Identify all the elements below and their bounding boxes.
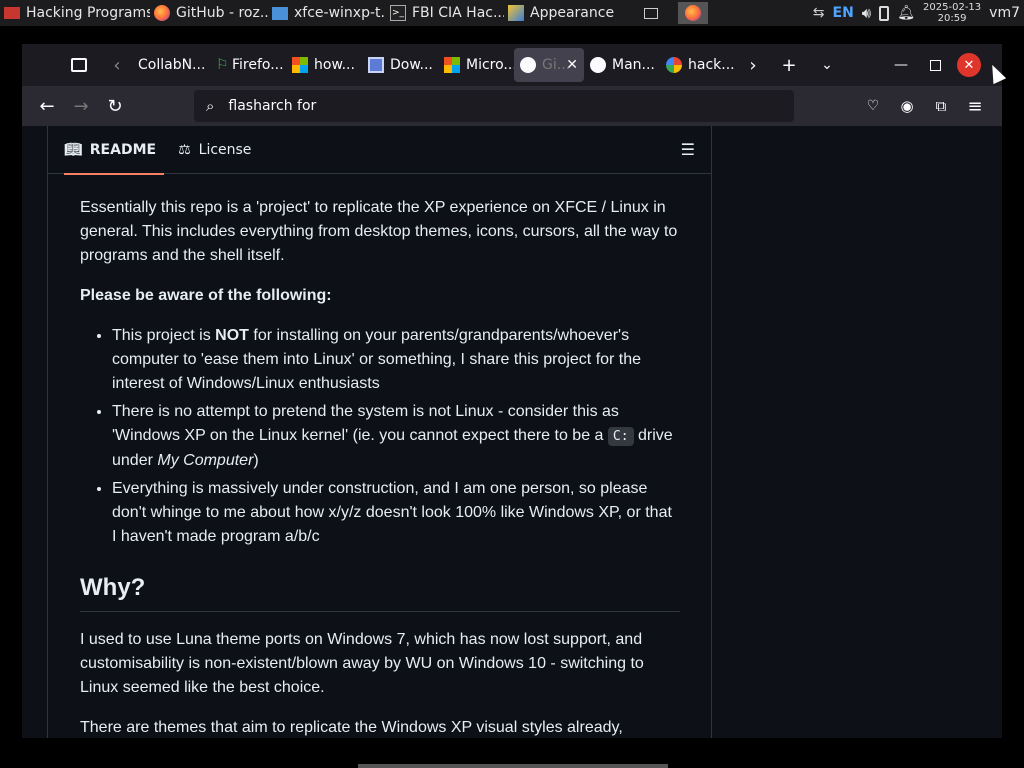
firefox-icon xyxy=(154,5,170,21)
close-icon: ✕ xyxy=(957,53,981,77)
taskbar-item-github[interactable]: GitHub - roz... xyxy=(150,0,268,26)
list-item: Everything is massively under constructi… xyxy=(112,477,680,549)
list-all-tabs-button[interactable]: ⌄ xyxy=(810,49,844,81)
account-icon: ◉ xyxy=(900,97,914,115)
list-item: This project is NOT for installing on yo… xyxy=(112,324,680,396)
pocket-icon: ♡ xyxy=(866,98,880,114)
clock-date: 2025-02-13 xyxy=(923,2,982,13)
list-icon: ☰ xyxy=(680,140,695,159)
tab-manage[interactable]: Man... xyxy=(584,48,660,82)
account-button[interactable]: ◉ xyxy=(890,90,924,122)
reload-icon: ↻ xyxy=(107,95,123,117)
readme-body: Essentially this repo is a 'project' to … xyxy=(80,196,680,738)
taskbar: Hacking Programs GitHub - roz... xfce-wi… xyxy=(0,0,1024,26)
minimize-icon: — xyxy=(894,57,908,73)
tabs-scroll-left-button[interactable]: ‹ xyxy=(102,49,132,81)
volume-icon[interactable]: 🔊︎ xyxy=(862,4,871,22)
tab-firefox[interactable]: ⚐ Firefo... xyxy=(210,48,286,82)
arrow-right-icon: → xyxy=(73,95,89,117)
terminal-icon: >_ xyxy=(390,5,406,21)
why-paragraph: I used to use Luna theme ports on Window… xyxy=(80,631,644,696)
hamburger-menu-icon: ≡ xyxy=(967,95,983,117)
tab-microsoft[interactable]: Micro... xyxy=(438,48,514,82)
outline-button[interactable]: ☰ xyxy=(681,140,695,159)
folder-icon xyxy=(272,6,288,20)
back-button[interactable]: ← xyxy=(30,90,64,122)
book-icon: 📖︎ xyxy=(64,141,82,158)
url-bar-text[interactable]: flasharch for xyxy=(228,98,316,114)
tab-how[interactable]: how... xyxy=(286,48,362,82)
notification-bell-icon[interactable]: 🔔︎ xyxy=(897,5,915,21)
forward-button[interactable]: → xyxy=(64,90,98,122)
scrollbar-thumb[interactable] xyxy=(358,764,668,768)
themes-paragraph: There are themes that aim to replicate t… xyxy=(80,719,623,736)
tab-bar: ‹ CollabN... ⚐ Firefo... how... Dow... M… xyxy=(22,44,1002,86)
username[interactable]: vm7 xyxy=(989,5,1020,21)
system-tray: ⇆ EN 🔊︎ 🔔︎ 2025-02-13 20:59 vm7 xyxy=(813,0,1024,26)
maximize-icon xyxy=(929,59,941,71)
github-icon xyxy=(520,57,536,73)
network-icon[interactable]: ⇆ xyxy=(813,5,825,21)
chevron-down-icon: ⌄ xyxy=(821,57,833,73)
browser-window: ‹ CollabN... ⚐ Firefo... how... Dow... M… xyxy=(22,44,1002,738)
url-bar[interactable]: ⌕ flasharch for xyxy=(194,90,794,122)
reload-button[interactable]: ↻ xyxy=(98,90,132,122)
minimize-button[interactable]: — xyxy=(884,49,918,81)
puzzle-icon: ⧉ xyxy=(935,97,947,115)
plus-icon: + xyxy=(781,54,797,76)
new-tab-button[interactable]: + xyxy=(772,49,806,81)
close-window-button[interactable]: ✕ xyxy=(952,49,986,81)
aware-heading: Please be aware of the following: xyxy=(80,287,332,304)
tab-license[interactable]: ⚖ License xyxy=(170,126,259,174)
tab-readme[interactable]: 📖︎ README xyxy=(56,126,165,175)
tabs-scroll-right-button[interactable]: › xyxy=(738,49,768,81)
tab-download[interactable]: Dow... xyxy=(362,48,438,82)
folder-icon xyxy=(4,7,20,19)
maximize-button[interactable] xyxy=(918,49,952,81)
chevron-left-icon: ‹ xyxy=(113,54,121,76)
firefox-icon xyxy=(685,5,701,21)
readme-box: 📖︎ README ⚖ License ☰ Essentially this r… xyxy=(47,126,712,738)
navigation-toolbar: ← → ↻ ⌕ flasharch for ♡ ◉ ⧉ ≡ xyxy=(22,86,1002,126)
google-icon xyxy=(666,57,682,73)
inline-code: C: xyxy=(607,427,634,446)
readme-header: 📖︎ README ⚖ License ☰ xyxy=(48,126,711,175)
keyboard-layout[interactable]: EN xyxy=(833,5,854,21)
taskbar-item-hacking-programs[interactable]: Hacking Programs xyxy=(0,0,150,26)
search-icon: ⌕ xyxy=(206,97,215,115)
microsoft-icon xyxy=(292,57,308,73)
clock[interactable]: 2025-02-13 20:59 xyxy=(923,2,981,24)
workspace-2-button[interactable] xyxy=(678,2,708,24)
flag-icon: ⚐ xyxy=(216,57,229,73)
tab-github-active[interactable]: Gi... ✕ xyxy=(514,48,584,82)
taskbar-item-file-manager[interactable]: xfce-winxp-t... xyxy=(268,0,386,26)
arrow-left-icon: ← xyxy=(39,95,55,117)
intro-paragraph: Essentially this repo is a 'project' to … xyxy=(80,199,678,264)
list-item: There is no attempt to pretend the syste… xyxy=(112,400,680,473)
scale-icon: ⚖ xyxy=(178,141,191,158)
firefox-view-icon xyxy=(71,58,87,72)
pocket-button[interactable]: ♡ xyxy=(856,90,890,122)
tab-collabnet[interactable]: CollabN... xyxy=(132,48,210,82)
clock-time: 20:59 xyxy=(937,13,967,24)
warning-list: This project is NOT for installing on yo… xyxy=(80,324,680,549)
page-content: 📖︎ README ⚖ License ☰ Essentially this r… xyxy=(22,126,1002,738)
close-tab-icon[interactable]: ✕ xyxy=(566,57,578,73)
extensions-button[interactable]: ⧉ xyxy=(924,90,958,122)
page-icon xyxy=(368,57,384,73)
taskbar-item-appearance[interactable]: Appearance xyxy=(504,0,624,26)
taskbar-item-terminal[interactable]: >_ FBI CIA Hac... xyxy=(386,0,504,26)
paintbrush-icon xyxy=(508,5,524,21)
microsoft-icon xyxy=(444,57,460,73)
chevron-right-icon: › xyxy=(749,54,757,76)
github-icon xyxy=(590,57,606,73)
battery-icon[interactable] xyxy=(879,5,890,21)
menu-button[interactable]: ≡ xyxy=(958,90,992,122)
why-heading: Why? xyxy=(80,573,680,612)
workspace-1-icon[interactable] xyxy=(644,7,658,19)
tab-hack[interactable]: hack... xyxy=(660,48,738,82)
firefox-view-button[interactable] xyxy=(62,49,96,81)
